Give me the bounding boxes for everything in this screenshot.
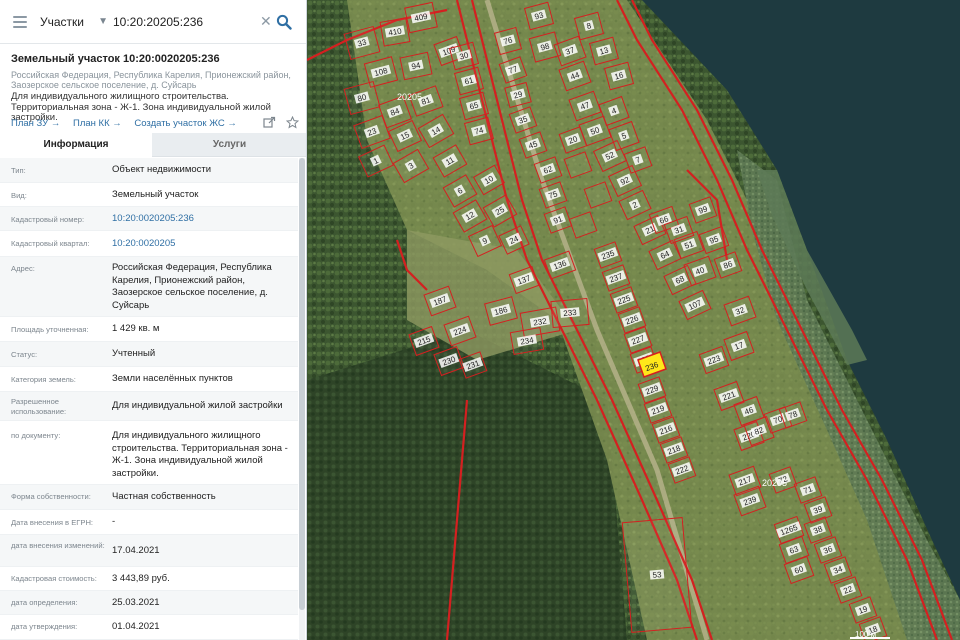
object-actions [263, 115, 305, 134]
object-links: План ЗУ → План КК → Создать участок ЖС → [11, 118, 247, 130]
share-icon[interactable] [263, 116, 276, 129]
parcel-number: 53 [652, 570, 662, 580]
map-scale-bar [850, 637, 890, 639]
attribute-row: Площадь уточненная: 1 429 кв. м [0, 317, 298, 342]
attribute-label: дата внесения изменений: [11, 541, 105, 550]
attribute-row: Кадастровый квартал: 10:20:0020205 [0, 231, 298, 257]
attribute-value: 01.04.2021 [112, 621, 160, 632]
attribute-row: Разрешенное использование: Для индивидуа… [0, 392, 298, 421]
object-type-label: Участки [40, 15, 84, 29]
attribute-row: дата определения: 25.03.2021 [0, 591, 298, 615]
attribute-row: Кадастровый номер: 10:20:0020205:236 [0, 207, 298, 231]
attribute-value: Частная собственность [112, 491, 216, 502]
attribute-label: дата определения: [11, 598, 78, 607]
attribute-label: Категория земель: [11, 375, 76, 384]
star-icon[interactable] [286, 115, 300, 129]
parcel[interactable]: 410 [379, 17, 411, 47]
attribute-label: Вид: [11, 191, 27, 200]
attribute-label: Форма собственности: [11, 492, 91, 501]
attribute-label: Статус: [11, 350, 38, 359]
tab-services[interactable]: Услуги [152, 133, 306, 157]
attribute-row: дата утверждения: 01.04.2021 [0, 615, 298, 640]
attribute-value: 3 443,89 руб. [112, 573, 170, 584]
info-panel: Участки ▼ ✕ Земельный участок 10:20:0020… [0, 0, 307, 640]
attribute-value: - [112, 516, 116, 527]
parcel[interactable]: 234 [509, 326, 545, 356]
attribute-label: Адрес: [11, 264, 35, 273]
attribute-label: Дата внесения в ЕГРН: [11, 518, 94, 527]
tab-information[interactable]: Информация [0, 133, 152, 157]
attribute-value: Российская Федерация, Республика Карелия… [112, 262, 272, 311]
chevron-down-icon: ▼ [98, 16, 108, 27]
search-icon[interactable] [276, 14, 292, 30]
attribute-value: Учтенный [112, 348, 156, 359]
clear-search-icon[interactable]: ✕ [260, 13, 272, 29]
parcel[interactable]: 233 [550, 297, 590, 329]
quarter-label: 20205 [762, 478, 787, 488]
attribute-value: 1 429 кв. м [112, 323, 160, 334]
search-bar: Участки ▼ ✕ [0, 0, 306, 44]
attribute-label: Кадастровый номер: [11, 215, 85, 224]
attribute-row: Форма собственности: Частная собственнос… [0, 485, 298, 510]
attribute-value: Земли населённых пунктов [112, 373, 233, 384]
attribute-value: 17.04.2021 [112, 545, 160, 556]
parcel[interactable]: 409 [404, 1, 438, 34]
parcel-plan-link[interactable]: План ЗУ → [11, 118, 60, 129]
attribute-value: 25.03.2021 [112, 597, 160, 608]
parcel-number: 233 [563, 308, 578, 318]
parcel[interactable]: 53 [621, 517, 693, 633]
attribute-row: Тип: Объект недвижимости [0, 158, 298, 183]
attribute-label: Площадь уточненная: [11, 325, 89, 334]
attribute-row: Кадастровая стоимость: 3 443,89 руб. [0, 567, 298, 591]
attribute-row: Дата внесения в ЕГРН: - [0, 510, 298, 535]
cadastral-quarter-link[interactable]: 10:20:0020205 [112, 238, 298, 251]
attribute-row: Категория земель: Земли населённых пункт… [0, 367, 298, 392]
attribute-label: Кадастровая стоимость: [11, 574, 97, 583]
object-type-select[interactable]: Участки ▼ [40, 12, 108, 32]
menu-icon[interactable] [10, 12, 30, 32]
panel-tabs: Информация Услуги [0, 133, 306, 157]
attribute-value: Объект недвижимости [112, 164, 212, 175]
create-parcel-link[interactable]: Создать участок ЖС → [134, 118, 236, 129]
attribute-label: Разрешенное использование: [11, 397, 67, 416]
cadastral-number-link[interactable]: 10:20:0020205:236 [112, 213, 298, 226]
attribute-label: по документу: [11, 431, 61, 440]
attribute-label: Тип: [11, 166, 26, 175]
attribute-row: по документу: Для индивидуального жилищн… [0, 421, 298, 485]
attribute-row: Адрес: Российская Федерация, Республика … [0, 257, 298, 317]
map-view[interactable]: 33 410 409 109 108 94 80 84 81 23 15 14 1 3 11 6 10 12 25 9… [307, 0, 960, 640]
attribute-row: дата внесения изменений: 17.04.2021 [0, 535, 298, 567]
search-input[interactable] [113, 12, 253, 32]
object-address: Российская Федерация, Республика Карелия… [11, 70, 291, 90]
attribute-row: Статус: Учтенный [0, 342, 298, 367]
attribute-row: Вид: Земельный участок [0, 183, 298, 207]
cadastral-plan-link[interactable]: План КК → [73, 118, 122, 129]
attribute-value: Для индивидуальной жилой застройки [112, 400, 283, 411]
attribute-value: Для индивидуального жилищного строительс… [112, 430, 288, 479]
attribute-label: Кадастровый квартал: [11, 239, 90, 248]
object-title: Земельный участок 10:20:0020205:236 [11, 53, 220, 65]
attribute-value: Земельный участок [112, 189, 199, 200]
attribute-label: дата утверждения: [11, 622, 78, 631]
map-canvas[interactable]: 33410409109108 9480848123 15 141 3 1161012 259… [307, 0, 960, 640]
panel-scrollbar[interactable] [299, 158, 305, 610]
quarter-label: 20205 [397, 92, 422, 102]
